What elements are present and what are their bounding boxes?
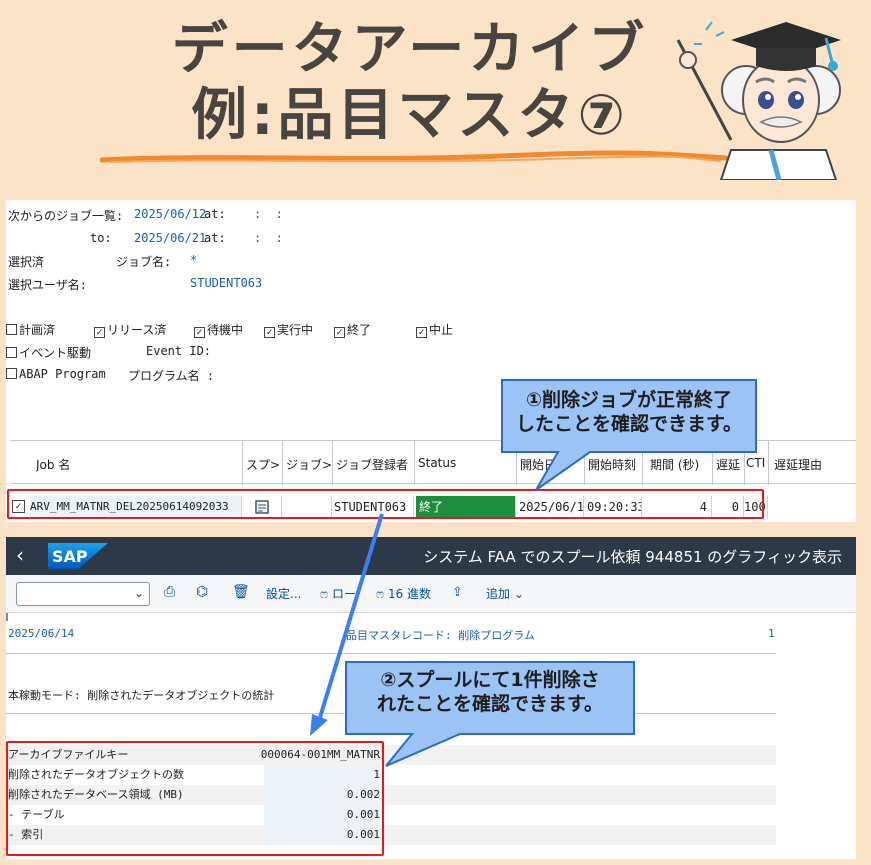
more-button[interactable]: 追加 ⌄ (486, 585, 524, 602)
print-icon[interactable]: ⎙ (164, 584, 175, 600)
settings-button[interactable]: 設定... (266, 585, 301, 602)
user-label: 選択ユーザ名: (8, 278, 87, 292)
selected-label: 選択済 (8, 255, 45, 269)
mode-text: 本稼動モード: 削除されたデータオブジェクトの統計 (8, 689, 275, 702)
sap-shell-header: ‹ SAP システム FAA でのスプール依頼 944851 のグラフィック表示 (6, 537, 856, 575)
stats-highlight-box (6, 741, 384, 856)
callout-1-line2: したことを確認できます。 (515, 413, 743, 435)
title-underline (100, 150, 729, 163)
from-label: 次からのジョブ一覧: (8, 209, 124, 223)
checkbox-checked-icon: ✓ (416, 327, 427, 338)
checkbox-icon (6, 347, 17, 358)
to-date[interactable]: 2025/06/21 (134, 231, 206, 245)
chevron-down-icon: ⌄ (513, 587, 524, 601)
col-spool[interactable]: スプ> (246, 456, 282, 473)
chevron-down-icon[interactable]: ⌄ (134, 586, 144, 600)
event-id-label: Event ID: (146, 344, 212, 358)
spool-date: 2025/06/14 (8, 627, 75, 640)
status-check-released[interactable]: ✓ リリース済 (94, 321, 166, 338)
from-date[interactable]: 2025/06/12 (134, 207, 206, 221)
callout-text-2: ②スプールにて1件削除さ れたことを確認できます。 (348, 668, 632, 716)
more-label: 追加 (486, 587, 511, 601)
col-divider (332, 441, 333, 485)
col-divider (414, 441, 415, 485)
sap-toolbar: ⌄ ⎙ ⌬ 🗑 設定... ෆ ロー ෆ 16 進数 ⇪ 追加 ⌄ (6, 575, 856, 613)
print-settings-icon[interactable]: ⌬ (196, 584, 208, 600)
command-dropdown[interactable]: ⌄ (16, 582, 150, 606)
professor-mascot-illustration (676, 21, 841, 180)
status-check-canceled[interactable]: ✓ 中止 (416, 321, 453, 338)
abap-program-check[interactable]: ABAP Program (6, 367, 106, 381)
to-label: to: (90, 231, 112, 245)
callout-1-line1: ①削除ジョブが正常終了 (525, 389, 733, 411)
checkbox-icon (6, 324, 17, 335)
col-job-name[interactable]: Job 名 (36, 456, 236, 473)
col-job-doc[interactable]: ジョブ> (286, 456, 332, 473)
delete-icon[interactable]: 🗑 (232, 584, 250, 600)
from-time[interactable]: : : (254, 207, 283, 221)
status-check-label: 待機中 (207, 323, 244, 337)
checkbox-checked-icon: ✓ (334, 327, 345, 338)
status-check-label: 実行中 (277, 323, 314, 337)
program-name-label: プログラム名 : (128, 369, 215, 383)
from-at-label: at: (204, 207, 226, 221)
col-job-creator[interactable]: ジョブ登録者 (336, 456, 414, 473)
to-at-label: at: (204, 231, 226, 245)
col-divider (242, 441, 243, 485)
status-check-label: 終了 (347, 323, 372, 337)
status-check-ready[interactable]: ✓ 待機中 (194, 321, 243, 338)
checkbox-checked-icon: ✓ (194, 327, 205, 338)
col-delay-reason[interactable]: 遅延理由 (774, 456, 854, 473)
job-name-value[interactable]: * (190, 253, 197, 267)
sap-logo-text: SAP (52, 547, 88, 566)
to-time[interactable]: : : (254, 231, 283, 245)
callout-2-line2: れたことを確認できます。 (376, 693, 604, 715)
user-value[interactable]: STUDENT063 (190, 276, 262, 290)
sap-logo: SAP (48, 543, 108, 569)
checkbox-checked-icon: ✓ (264, 327, 275, 338)
checkbox-checked-icon: ✓ (94, 327, 105, 338)
abap-program-label: ABAP Program (19, 367, 106, 381)
back-chevron-icon[interactable]: ‹ (16, 543, 24, 567)
callout-2-line1: ②スプールにて1件削除さ (380, 669, 600, 691)
callout-text-1: ①削除ジョブが正常終了 したことを確認できます。 (502, 388, 756, 436)
status-check-planned[interactable]: 計画済 (6, 321, 55, 338)
status-check-label: 中止 (429, 323, 454, 337)
corner-mark (6, 613, 8, 621)
status-check-active[interactable]: ✓ 実行中 (264, 321, 313, 338)
page-number: 1 (768, 627, 775, 640)
event-driven-check[interactable]: イベント駆動 (6, 344, 91, 361)
status-check-finished[interactable]: ✓ 終了 (334, 321, 371, 338)
checkbox-icon (6, 368, 17, 379)
status-check-label: リリース済 (107, 323, 167, 337)
event-driven-label: イベント駆動 (19, 346, 92, 360)
spool-window-title: システム FAA でのスプール依頼 944851 のグラフィック表示 (423, 548, 842, 566)
col-divider (282, 441, 283, 485)
job-name-label: ジョブ名: (116, 255, 172, 269)
export-icon[interactable]: ⇪ (452, 585, 463, 600)
status-check-label: 計画済 (19, 323, 56, 337)
